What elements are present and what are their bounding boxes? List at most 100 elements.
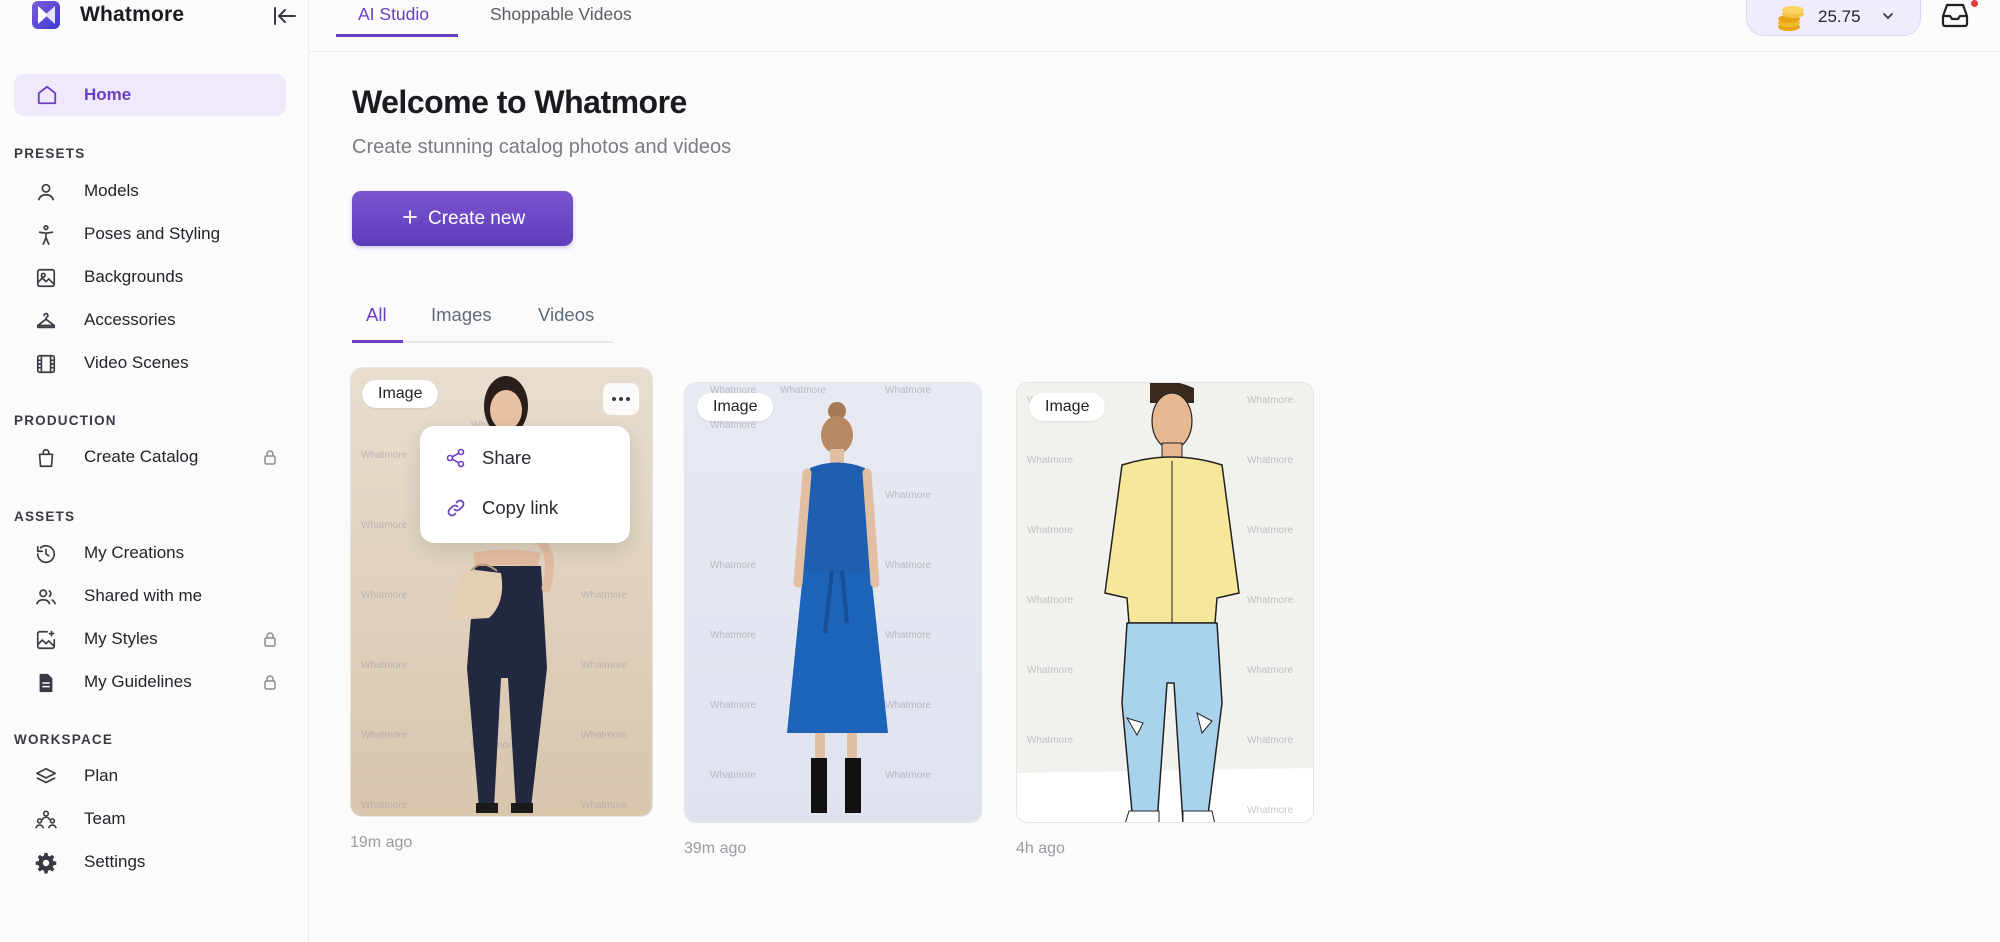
- menu-item-share[interactable]: Share: [420, 436, 630, 480]
- sidebar-item-label: Create Catalog: [84, 447, 199, 466]
- plus-icon: [403, 210, 417, 224]
- sidebar-item-label: Home: [84, 85, 132, 104]
- svg-text:Whatmore: Whatmore: [361, 800, 408, 811]
- sidebar-item-label: Plan: [84, 766, 119, 785]
- creation-time: 39m ago: [684, 840, 747, 857]
- sidebar: Whatmore Home PRESETS Models Poses and S…: [0, 0, 309, 942]
- menu-item-label: Copy link: [482, 497, 559, 518]
- lock-icon: [264, 675, 276, 690]
- create-new-label: Create new: [428, 208, 526, 229]
- credits-dropdown[interactable]: 25.75: [1746, 0, 1921, 36]
- menu-item-label: Share: [482, 447, 532, 468]
- svg-text:Whatmore: Whatmore: [885, 490, 932, 501]
- sidebar-item-home[interactable]: Home: [14, 74, 286, 116]
- section-title-workspace: WORKSPACE: [14, 732, 114, 747]
- sidebar-item-label: Poses and Styling: [84, 224, 221, 243]
- sidebar-item-label: My Guidelines: [84, 672, 192, 691]
- sidebar-item-plan[interactable]: Plan: [14, 756, 286, 796]
- creation-card[interactable]: Whatmore Whatmore Whatmore Whatmore Whatmor…: [684, 382, 982, 823]
- svg-text:Whatmore: Whatmore: [1027, 595, 1074, 606]
- svg-text:Whatmore: Whatmore: [885, 630, 932, 641]
- collapse-sidebar-button[interactable]: [272, 5, 298, 27]
- brand[interactable]: Whatmore: [32, 0, 184, 30]
- notification-badge: [1971, 0, 1978, 7]
- section-title-assets: ASSETS: [14, 509, 76, 524]
- sidebar-item-label: Accessories: [84, 310, 176, 329]
- filter-tab-videos[interactable]: Videos: [538, 304, 594, 343]
- pose-icon: [38, 225, 54, 245]
- svg-text:Whatmore: Whatmore: [581, 730, 628, 741]
- tab-label: AI Studio: [358, 4, 430, 24]
- media-type-badge: Image: [697, 393, 774, 421]
- page-title: Welcome to Whatmore: [352, 84, 687, 120]
- svg-text:Whatmore: Whatmore: [710, 700, 757, 711]
- svg-text:Whatmore: Whatmore: [1027, 665, 1074, 676]
- creation-card[interactable]: Whatmore Whatmore Whatmore Whatmore Whatmo…: [1016, 382, 1314, 823]
- svg-text:Whatmore: Whatmore: [581, 660, 628, 671]
- sidebar-item-settings[interactable]: Settings: [14, 842, 286, 882]
- svg-text:Whatmore: Whatmore: [710, 630, 757, 641]
- sidebar-item-my-guidelines[interactable]: My Guidelines: [14, 662, 286, 702]
- create-new-button[interactable]: Create new: [352, 191, 573, 246]
- creation-image: Whatmore Whatmore Whatmore Whatmore Whatmo…: [1017, 383, 1313, 822]
- sidebar-item-shared-with-me[interactable]: Shared with me: [14, 576, 286, 616]
- sidebar-item-label: Shared with me: [84, 586, 203, 605]
- section-title-production: PRODUCTION: [14, 413, 117, 428]
- user-icon: [37, 183, 55, 201]
- home-icon: [37, 85, 57, 105]
- sidebar-item-video-scenes[interactable]: Video Scenes: [14, 343, 286, 383]
- history-icon: [36, 545, 56, 564]
- menu-item-copy-link[interactable]: Copy link: [420, 486, 630, 530]
- sidebar-item-my-styles[interactable]: My Styles: [14, 619, 286, 659]
- svg-text:Whatmore: Whatmore: [1247, 395, 1294, 406]
- sidebar-item-models[interactable]: Models: [14, 171, 286, 211]
- credits-amount: 25.75: [1818, 7, 1861, 26]
- sidebar-item-label: Settings: [84, 852, 146, 871]
- filter-tabs: All Images Videos: [352, 296, 613, 343]
- sidebar-item-backgrounds[interactable]: Backgrounds: [14, 257, 286, 297]
- svg-text:Whatmore: Whatmore: [1027, 525, 1074, 536]
- svg-text:Whatmore: Whatmore: [361, 450, 408, 461]
- chevron-down-icon: [1883, 13, 1893, 20]
- sidebar-item-my-creations[interactable]: My Creations: [14, 533, 286, 573]
- sidebar-item-label: Backgrounds: [84, 267, 184, 286]
- svg-text:Whatmore: Whatmore: [1027, 735, 1074, 746]
- section-title-presets: PRESETS: [14, 146, 86, 161]
- tab-shoppable-videos[interactable]: Shoppable Videos: [490, 0, 632, 37]
- sidebar-item-label: My Creations: [84, 543, 185, 562]
- more-options-button[interactable]: [603, 383, 639, 415]
- filter-tab-label: Videos: [538, 304, 595, 325]
- svg-text:Whatmore: Whatmore: [885, 770, 932, 781]
- inbox-icon[interactable]: [1940, 2, 1970, 28]
- sidebar-item-team[interactable]: Team: [14, 799, 286, 839]
- svg-text:Whatmore: Whatmore: [1247, 805, 1294, 816]
- filter-tab-images[interactable]: Images: [431, 304, 492, 343]
- image-add-icon: [36, 630, 56, 650]
- coins-icon: [1778, 6, 1804, 31]
- film-icon: [36, 354, 56, 374]
- svg-text:Whatmore: Whatmore: [361, 520, 408, 531]
- whatmore-logo: [32, 1, 60, 29]
- svg-text:Whatmore: Whatmore: [361, 730, 408, 741]
- sidebar-item-accessories[interactable]: Accessories: [14, 300, 286, 340]
- svg-text:Whatmore: Whatmore: [885, 385, 932, 396]
- sidebar-item-label: Video Scenes: [84, 353, 189, 372]
- svg-text:Whatmore: Whatmore: [780, 385, 827, 396]
- tab-label: Shoppable Videos: [490, 4, 632, 24]
- svg-text:Whatmore: Whatmore: [1247, 665, 1294, 676]
- hanger-icon: [36, 312, 56, 329]
- users-icon: [36, 589, 56, 605]
- svg-text:Whatmore: Whatmore: [885, 700, 932, 711]
- context-menu: Share Copy link: [420, 426, 630, 543]
- filter-tab-all[interactable]: All: [352, 304, 403, 343]
- sidebar-item-poses[interactable]: Poses and Styling: [14, 214, 286, 254]
- layers-icon: [36, 767, 56, 784]
- brand-name: Whatmore: [80, 3, 185, 26]
- svg-text:Whatmore: Whatmore: [710, 560, 757, 571]
- svg-text:Whatmore: Whatmore: [1027, 455, 1074, 466]
- image-icon: [36, 268, 56, 288]
- svg-text:Whatmore: Whatmore: [1247, 455, 1294, 466]
- tab-ai-studio[interactable]: AI Studio: [336, 0, 458, 37]
- sidebar-item-create-catalog[interactable]: Create Catalog: [14, 437, 286, 477]
- media-type-badge: Image: [1029, 393, 1106, 421]
